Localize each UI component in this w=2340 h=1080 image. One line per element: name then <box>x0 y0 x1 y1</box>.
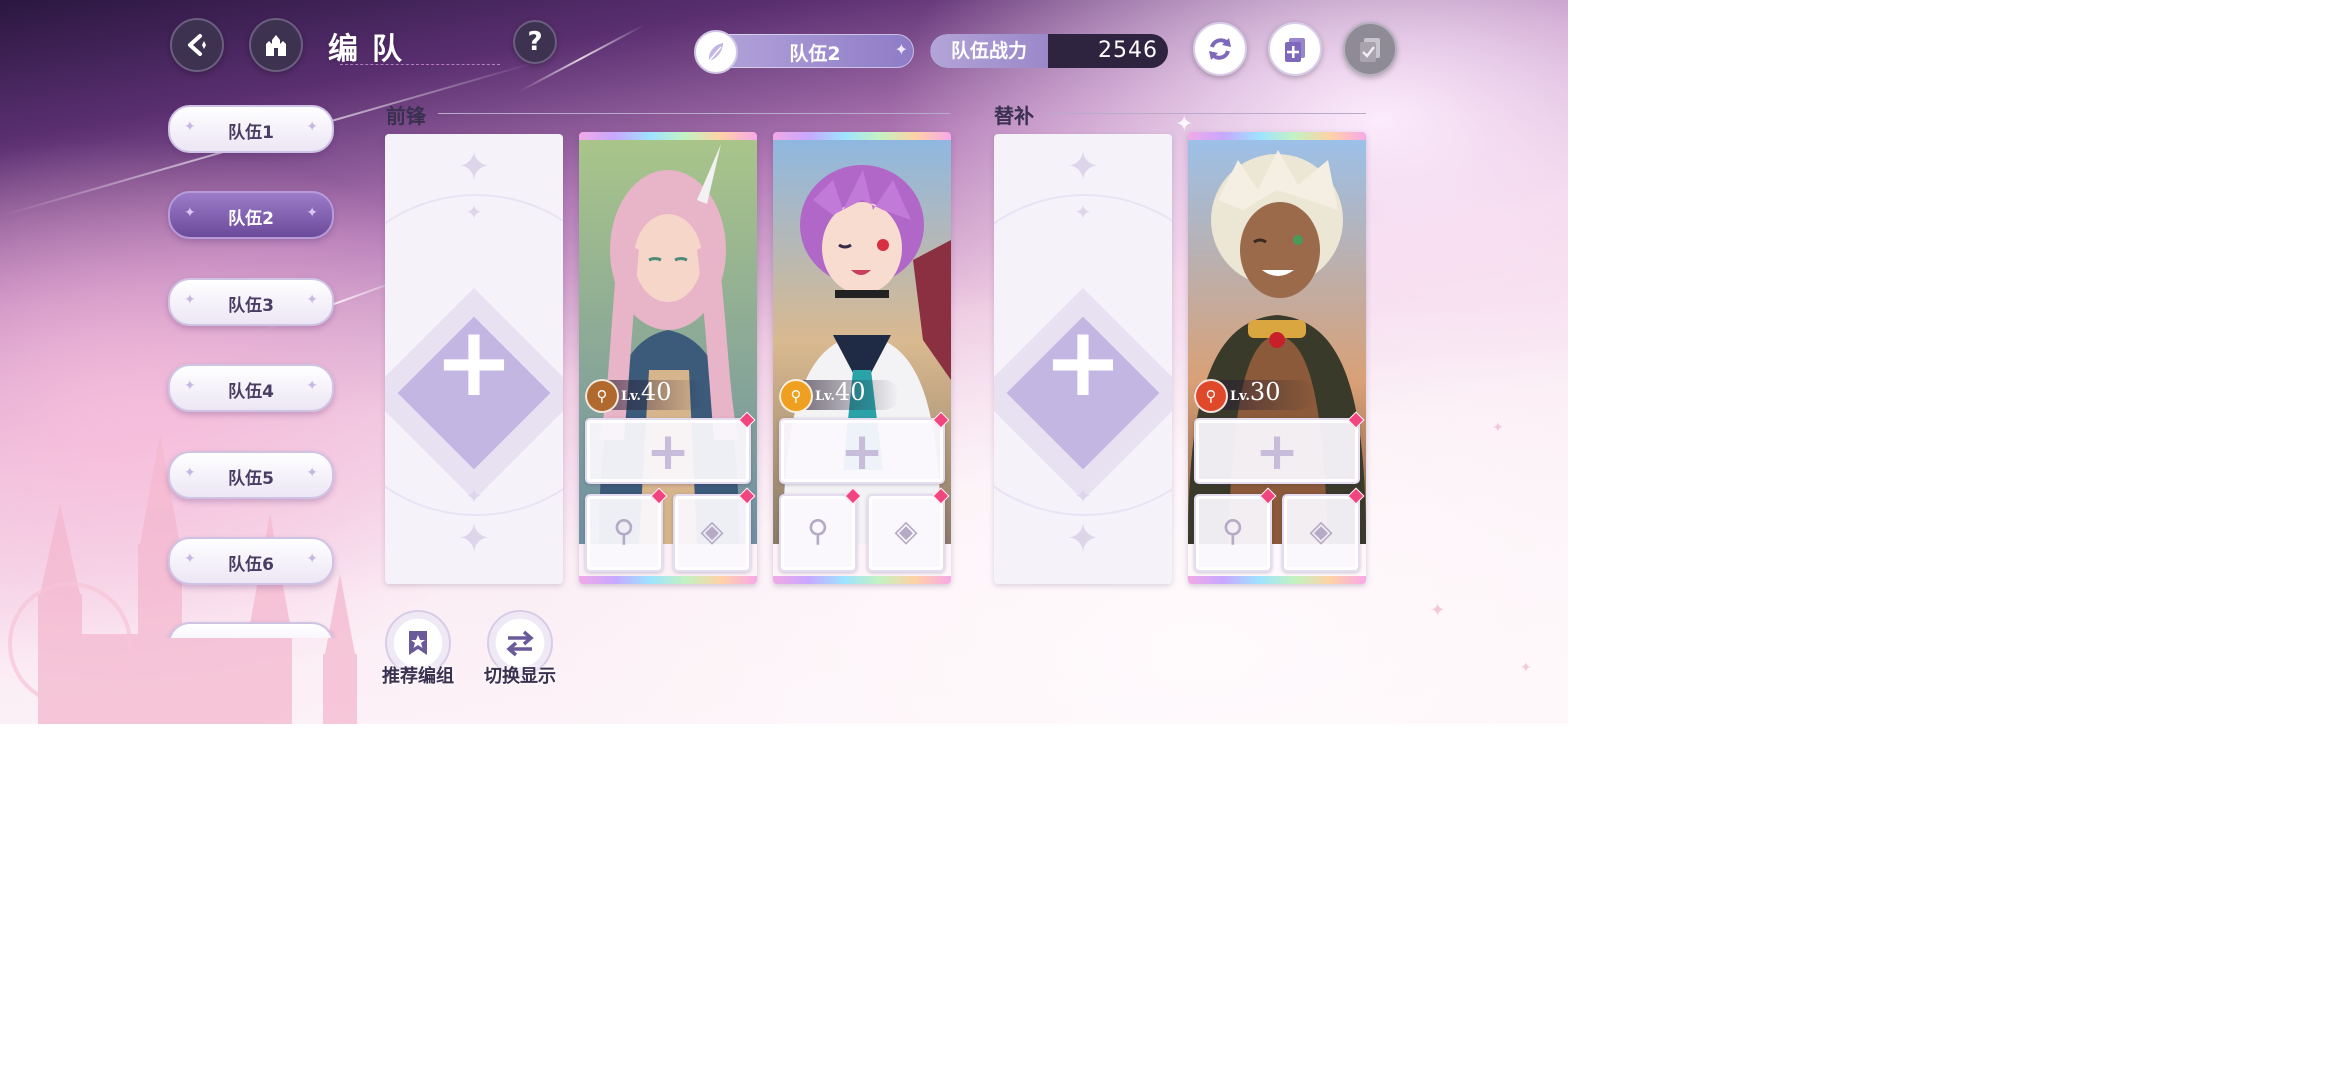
equipment-slot-accessory[interactable]: ◈ <box>673 487 756 572</box>
weapon-slot-icon: ⚲ <box>1222 514 1244 549</box>
recommend-formation-button[interactable]: 推荐编组 <box>368 610 468 690</box>
level-badge: ⚲ Lv.30 <box>1194 378 1314 413</box>
equipment-slot-accessory[interactable]: ◈ <box>1282 487 1365 572</box>
toggle-display-label: 切换显示 <box>484 666 556 687</box>
sparkle-icon: ✦ <box>306 551 318 567</box>
team-power-value: 2546 <box>1098 38 1158 63</box>
character-card[interactable]: ⚲ Lv.40 + ⚲ ◈ <box>773 132 951 584</box>
sparkle-icon: ✦ <box>1066 144 1100 190</box>
help-button[interactable]: ? <box>513 20 557 64</box>
team-list-overflow[interactable] <box>160 620 340 638</box>
team-tab-3[interactable]: ✦ 队伍3 ✦ <box>168 278 334 326</box>
sparkle-icon: ✦ <box>1074 200 1092 224</box>
accessory-slot-icon: ◈ <box>1309 514 1333 549</box>
empty-member-slot[interactable]: ✦ ✦ + ✦ ✦ <box>994 134 1172 584</box>
back-button[interactable] <box>170 18 224 72</box>
equipment-slot-main[interactable]: + <box>585 411 756 484</box>
toggle-display-button[interactable]: 切换显示 <box>470 610 570 690</box>
equipment-slot-weapon[interactable]: ⚲ <box>1194 487 1277 572</box>
weapon-slot-icon: ⚲ <box>613 514 635 549</box>
refresh-icon <box>1209 38 1231 60</box>
equipment-slot-accessory[interactable]: ◈ <box>867 487 950 572</box>
sparkle-icon: ✦ <box>1430 600 1446 621</box>
sparkle-icon: ✦ <box>457 144 491 190</box>
add-equipment-icon: + <box>1255 422 1299 482</box>
card-frame <box>579 576 757 584</box>
sparkle-icon: ✦ <box>1492 420 1504 436</box>
clipboard-check-icon <box>1360 38 1380 62</box>
sparkle-icon: ✦ <box>1074 484 1092 508</box>
add-member-icon: + <box>433 306 515 418</box>
divider <box>438 113 950 114</box>
sparkle-icon: ✦ <box>465 200 483 224</box>
sparkle-icon: ✦ <box>306 119 318 135</box>
equipment-slot-main[interactable]: + <box>779 411 950 484</box>
add-equipment-icon: + <box>646 422 690 482</box>
sparkle-icon: ✦ <box>1520 660 1532 676</box>
card-frame <box>1188 576 1366 584</box>
level-value: 40 <box>834 378 866 406</box>
add-member-icon: + <box>1042 306 1124 418</box>
team-power-label: 队伍战力 <box>930 34 1048 68</box>
accessory-slot-icon: ◈ <box>894 514 918 549</box>
team-power-display: 队伍战力 2546 <box>930 34 1168 68</box>
sparkle-icon: ✦ <box>306 378 318 394</box>
card-frame <box>1188 132 1366 140</box>
copy-team-button[interactable] <box>1268 22 1322 76</box>
level-value: 40 <box>640 378 672 406</box>
character-card[interactable]: ⚲ Lv.40 + ⚲ ◈ <box>579 132 757 584</box>
card-frame <box>773 132 951 140</box>
team-tab-4[interactable]: ✦ 队伍4 ✦ <box>168 364 334 412</box>
level-value: 30 <box>1249 378 1281 406</box>
home-button[interactable] <box>249 18 303 72</box>
sparkle-icon: ✦ <box>306 292 318 308</box>
copy-add-icon <box>1285 38 1305 62</box>
equipment-slot-main[interactable]: + <box>1194 411 1365 484</box>
team-tab-5[interactable]: ✦ 队伍5 ✦ <box>168 451 334 499</box>
card-frame <box>579 132 757 140</box>
card-frame <box>773 576 951 584</box>
accessory-slot-icon: ◈ <box>700 514 724 549</box>
empty-member-slot[interactable]: ✦ ✦ + ✦ ✦ <box>385 134 563 584</box>
equipment-slot-weapon[interactable]: ⚲ <box>779 487 862 572</box>
equipment-slot-weapon[interactable]: ⚲ <box>585 487 668 572</box>
formation-screen: ✦ ✦ ✦ ✦ 编队 ? 队伍2 ✦ 队伍战力 2546 ✦ 队伍1 ✦ ✦ 队… <box>0 0 1568 724</box>
add-equipment-icon: + <box>840 422 884 482</box>
sparkle-icon: ✦ <box>1066 516 1100 562</box>
current-team-label: 队伍2 <box>789 43 841 65</box>
confirm-team-button[interactable] <box>1343 22 1397 76</box>
title-decoration <box>340 52 500 65</box>
castle-icon <box>266 35 286 56</box>
weapon-type-icon: ⚲ <box>779 379 813 413</box>
sparkle-icon: ✦ <box>306 205 318 221</box>
team-tab-6[interactable]: ✦ 队伍6 ✦ <box>168 537 334 585</box>
sparkle-icon: ✦ <box>894 40 908 59</box>
weapon-type-icon: ⚲ <box>1194 379 1228 413</box>
refresh-button[interactable] <box>1193 22 1247 76</box>
question-icon: ? <box>527 27 543 57</box>
sparkle-icon: ✦ <box>465 484 483 508</box>
team-selector[interactable]: 队伍2 ✦ <box>694 30 914 74</box>
team-tab-2[interactable]: ✦ 队伍2 ✦ <box>168 191 334 239</box>
weapon-slot-icon: ⚲ <box>807 514 829 549</box>
team-tab-partial[interactable] <box>168 622 334 638</box>
back-arrow-icon <box>188 34 206 56</box>
sparkle-icon: ✦ <box>306 465 318 481</box>
team-tab-1[interactable]: ✦ 队伍1 ✦ <box>168 105 334 153</box>
sparkle-icon: ✦ <box>457 516 491 562</box>
level-prefix: Lv. <box>1230 389 1250 404</box>
level-prefix: Lv. <box>815 389 835 404</box>
level-badge: ⚲ Lv.40 <box>779 378 899 413</box>
character-card[interactable]: ⚲ Lv.30 + ⚲ ◈ <box>1188 132 1366 584</box>
front-section-title: 前锋 <box>386 104 426 128</box>
level-prefix: Lv. <box>621 389 641 404</box>
level-badge: ⚲ Lv.40 <box>585 378 705 413</box>
sub-section-title: 替补 <box>994 104 1034 128</box>
feather-icon <box>694 30 738 74</box>
divider <box>1046 113 1366 114</box>
weapon-type-icon: ⚲ <box>585 379 619 413</box>
